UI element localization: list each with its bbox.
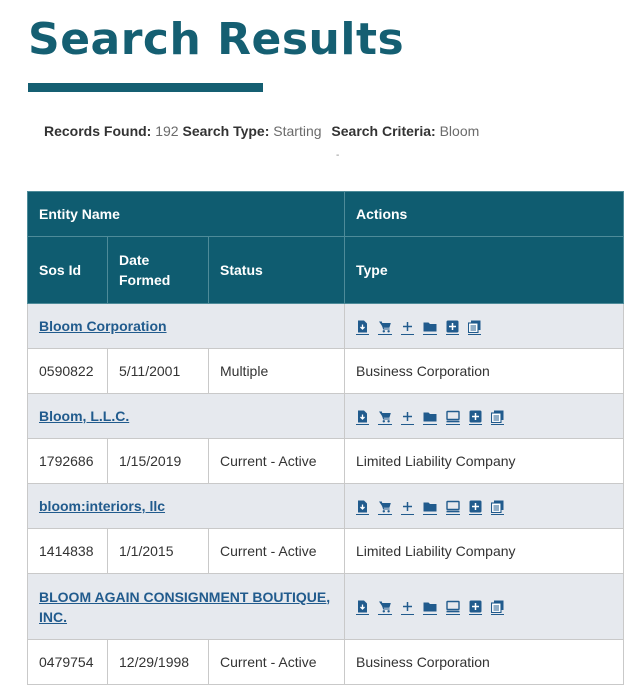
type-cell: Business Corporation [344, 348, 624, 394]
date-formed-cell: 1/15/2019 [107, 438, 209, 484]
subheader-row: Sos Id Date Formed Status Type [27, 236, 624, 304]
folder-icon[interactable] [423, 410, 437, 425]
summary-dash: - [336, 150, 340, 161]
search-type-value: Starting [273, 123, 322, 139]
records-found-label: Records Found: [44, 123, 152, 139]
header-actions: Actions [344, 191, 624, 237]
monitor-icon[interactable] [446, 500, 460, 515]
records-found-value: 192 [155, 123, 179, 139]
add-box-icon[interactable] [469, 600, 482, 616]
folder-icon[interactable] [423, 600, 437, 616]
search-summary: Records Found: 192 Search Type: Starting… [44, 121, 479, 141]
sos-id-cell: 1792686 [27, 438, 108, 484]
date-formed-cell: 5/11/2001 [107, 348, 209, 394]
copies-icon[interactable] [491, 600, 504, 616]
header-status: Status [208, 236, 345, 304]
results-body: Bloom Corporation 0590822 5/11/2001 Multipl… [27, 303, 624, 685]
search-type-label: Search Type: [182, 123, 270, 139]
title-underline [28, 83, 263, 92]
sos-id-cell: 0590822 [27, 348, 108, 394]
monitor-icon[interactable] [446, 600, 460, 616]
actions-cell [344, 573, 624, 640]
entity-name-link[interactable]: Bloom, L.L.C. [39, 408, 129, 424]
header-date-formed: Date Formed [107, 236, 209, 304]
cart-icon[interactable] [378, 320, 392, 335]
sos-id-cell: 0479754 [27, 639, 108, 685]
type-cell: Limited Liability Company [344, 438, 624, 484]
type-cell: Business Corporation [344, 639, 624, 685]
entity-name-link[interactable]: bloom:interiors, llc [39, 498, 165, 514]
search-criteria-label: Search Criteria: [331, 123, 436, 139]
date-formed-cell: 1/1/2015 [107, 528, 209, 574]
cart-icon[interactable] [378, 500, 392, 515]
entity-name-cell: Bloom Corporation [27, 303, 345, 349]
entity-name-row: BLOOM AGAIN CONSIGNMENT BOUTIQUE, INC. [27, 573, 624, 640]
entity-name-cell: BLOOM AGAIN CONSIGNMENT BOUTIQUE, INC. [27, 573, 345, 640]
document-download-icon[interactable] [356, 320, 369, 335]
results-table: Entity Name Actions Sos Id Date Formed S… [27, 191, 624, 685]
header-sos-id: Sos Id [27, 236, 108, 304]
header-row: Entity Name Actions [27, 191, 624, 237]
entity-detail-row: 0590822 5/11/2001 Multiple Business Corpora… [27, 348, 624, 394]
header-entity-name: Entity Name [27, 191, 345, 237]
cart-icon[interactable] [378, 600, 392, 616]
entity-name-cell: bloom:interiors, llc [27, 483, 345, 529]
entity-detail-row: 1792686 1/15/2019 Current - Active Limited … [27, 438, 624, 484]
date-formed-cell: 12/29/1998 [107, 639, 209, 685]
status-cell: Current - Active [208, 639, 345, 685]
plus-icon[interactable] [401, 320, 414, 335]
status-cell: Multiple [208, 348, 345, 394]
sos-id-cell: 1414838 [27, 528, 108, 574]
entity-detail-row: 1414838 1/1/2015 Current - Active Limited L… [27, 528, 624, 574]
copies-icon[interactable] [468, 320, 481, 335]
document-download-icon[interactable] [356, 500, 369, 515]
entity-name-link[interactable]: Bloom Corporation [39, 318, 167, 334]
cart-icon[interactable] [378, 410, 392, 425]
monitor-icon[interactable] [446, 410, 460, 425]
entity-name-row: Bloom Corporation [27, 303, 624, 349]
page-title: Search Results [28, 14, 405, 65]
actions-cell [344, 483, 624, 529]
document-download-icon[interactable] [356, 410, 369, 425]
plus-icon[interactable] [401, 500, 414, 515]
add-box-icon[interactable] [446, 320, 459, 335]
search-criteria-value: Bloom [439, 123, 480, 139]
entity-name-row: Bloom, L.L.C. [27, 393, 624, 439]
add-box-icon[interactable] [469, 410, 482, 425]
entity-name-cell: Bloom, L.L.C. [27, 393, 345, 439]
actions-cell [344, 303, 624, 349]
actions-cell [344, 393, 624, 439]
entity-name-link[interactable]: BLOOM AGAIN CONSIGNMENT BOUTIQUE, INC. [39, 589, 330, 625]
entity-name-row: bloom:interiors, llc [27, 483, 624, 529]
add-box-icon[interactable] [469, 500, 482, 515]
document-download-icon[interactable] [356, 600, 369, 616]
status-cell: Current - Active [208, 528, 345, 574]
status-cell: Current - Active [208, 438, 345, 484]
folder-icon[interactable] [423, 500, 437, 515]
folder-icon[interactable] [423, 320, 437, 335]
entity-detail-row: 0479754 12/29/1998 Current - Active Busines… [27, 639, 624, 685]
copies-icon[interactable] [491, 500, 504, 515]
type-cell: Limited Liability Company [344, 528, 624, 574]
plus-icon[interactable] [401, 410, 414, 425]
header-type: Type [344, 236, 624, 304]
copies-icon[interactable] [491, 410, 504, 425]
plus-icon[interactable] [401, 600, 414, 616]
